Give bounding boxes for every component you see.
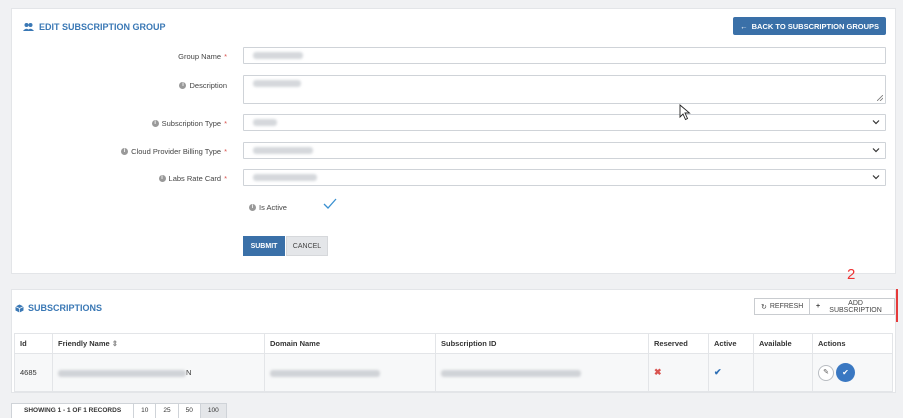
cancel-button[interactable]: CANCEL [286, 236, 328, 256]
check-circle-icon[interactable]: ✔ [836, 363, 855, 382]
submit-button[interactable]: SUBMIT [243, 236, 285, 256]
sort-icon[interactable]: ⇕ [112, 339, 118, 348]
edit-icon[interactable]: ✎ [818, 364, 834, 381]
back-button-label: BACK TO SUBSCRIPTION GROUPS [751, 21, 879, 31]
column-header-active[interactable]: Active [708, 333, 754, 354]
info-icon: i [121, 148, 129, 155]
page-size-100[interactable]: 100 [200, 404, 226, 418]
is-active-checkbox[interactable] [323, 198, 337, 209]
cross-icon: ✖ [654, 367, 662, 377]
info-icon: i [179, 82, 187, 89]
group-name-label: Group Name * [178, 52, 227, 61]
refresh-button[interactable]: ↻ REFRESH [754, 298, 811, 315]
column-header-domain-name[interactable]: Domain Name [264, 333, 436, 354]
table-row: 4685 N ✖ ✔ ✎ ✔ [14, 353, 893, 392]
cell-friendly-name: N [52, 353, 265, 392]
cell-domain-name [264, 353, 436, 392]
add-subscription-label: ADD SUBSCRIPTION [829, 299, 882, 314]
mouse-cursor-icon [679, 104, 691, 121]
cube-icon [15, 304, 24, 312]
refresh-label: REFRESH [769, 303, 804, 310]
resize-handle-icon[interactable] [877, 95, 883, 101]
cell-reserved: ✖ [648, 353, 709, 392]
chevron-down-icon [872, 120, 880, 125]
column-header-actions: Actions [812, 333, 893, 354]
page-size-10[interactable]: 10 [134, 404, 157, 418]
group-name-input[interactable] [243, 47, 886, 64]
subscription-type-label: i Subscription Type * [151, 119, 227, 128]
info-icon: i [158, 175, 166, 182]
pagination: SHOWING 1 - 1 OF 1 RECORDS 10 25 50 100 [11, 403, 227, 418]
description-label: i Description [179, 81, 227, 90]
column-header-subscription-id[interactable]: Subscription ID [435, 333, 649, 354]
cell-active: ✔ [708, 353, 754, 392]
group-icon [23, 23, 34, 31]
subscriptions-panel: SUBSCRIPTIONS ↻ REFRESH + ADD SUBSCRIPTI… [11, 289, 896, 393]
plus-icon: + [816, 303, 821, 310]
subscriptions-title: SUBSCRIPTIONS [15, 303, 102, 313]
info-icon: i [151, 120, 159, 127]
subscription-type-select[interactable] [243, 114, 886, 131]
chevron-down-icon [872, 148, 880, 153]
back-to-subscription-groups-button[interactable]: ← BACK TO SUBSCRIPTION GROUPS [733, 17, 886, 35]
annotation-step-number: 2 [847, 266, 856, 283]
column-header-available[interactable]: Available [753, 333, 813, 354]
page-size-50[interactable]: 50 [179, 404, 201, 418]
column-header-friendly-name[interactable]: Friendly Name ⇕ [52, 333, 265, 354]
add-subscription-button[interactable]: + ADD SUBSCRIPTION [809, 298, 895, 315]
column-header-reserved[interactable]: Reserved [648, 333, 709, 354]
edit-subscription-group-panel: EDIT SUBSCRIPTION GROUP ← BACK TO SUBSCR… [11, 8, 896, 274]
billing-type-select[interactable] [243, 142, 886, 159]
page-size-25[interactable]: 25 [156, 404, 179, 418]
cell-actions: ✎ ✔ [812, 353, 893, 392]
records-info: SHOWING 1 - 1 OF 1 RECORDS [12, 404, 135, 418]
billing-type-label: i Cloud Provider Billing Type * [121, 147, 227, 156]
table-header-row: Id Friendly Name ⇕ Domain Name Subscript… [14, 333, 893, 354]
cell-subscription-id [435, 353, 649, 392]
cell-id: 4685 [14, 353, 53, 392]
rate-card-label: i Labs Rate Card * [158, 174, 227, 183]
refresh-icon: ↻ [761, 303, 767, 311]
is-active-label: i Is Active [249, 203, 287, 212]
panel-title-text: EDIT SUBSCRIPTION GROUP [39, 22, 166, 32]
subscriptions-title-text: SUBSCRIPTIONS [28, 303, 103, 313]
check-icon: ✔ [714, 367, 722, 377]
cell-available [753, 353, 813, 392]
subscriptions-table: Id Friendly Name ⇕ Domain Name Subscript… [14, 333, 893, 392]
chevron-down-icon [872, 175, 880, 180]
description-textarea[interactable] [243, 75, 886, 104]
rate-card-select[interactable] [243, 169, 886, 186]
info-icon: i [249, 204, 256, 211]
arrow-left-icon: ← [740, 21, 748, 31]
panel-title: EDIT SUBSCRIPTION GROUP [23, 22, 166, 32]
column-header-id[interactable]: Id [14, 333, 53, 354]
